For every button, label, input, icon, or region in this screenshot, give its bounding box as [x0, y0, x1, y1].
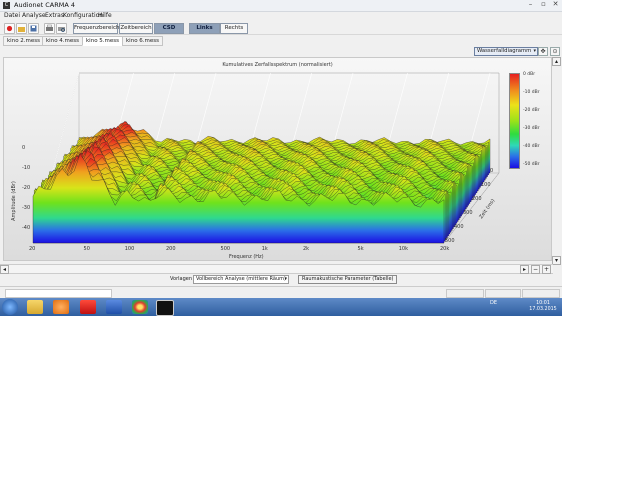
tab-label: kino 6.mess — [126, 38, 160, 44]
chrome-icon[interactable] — [132, 300, 148, 314]
scroll-up-icon[interactable]: ▴ — [552, 57, 561, 66]
vorlagen-select[interactable]: Vollbereich Analyse (mittlere Räum) ▾ — [193, 275, 289, 284]
x-tick-label: 500 — [220, 246, 231, 252]
vorlagen-label: Vorlagen — [170, 276, 193, 282]
chevron-down-icon: ▾ — [533, 48, 536, 54]
target-icon[interactable]: ⊙ — [550, 47, 560, 56]
start-button[interactable] — [2, 299, 18, 315]
x-tick-label: 10k — [398, 246, 409, 252]
tab-kino-4[interactable]: kino 4.mess — [42, 36, 84, 46]
x-tick-label: 100 — [124, 246, 135, 252]
app-icon: C — [3, 2, 10, 9]
status-field — [446, 289, 484, 298]
tab-label: kino 5.mess — [86, 38, 120, 44]
view-select-value: Wasserfalldiagramm — [477, 48, 532, 54]
scroll-left-icon[interactable]: ◂ — [0, 265, 9, 274]
x-axis-title: Frequenz (Hz) — [229, 254, 264, 260]
z-tick-label: 200 — [472, 196, 482, 202]
word-icon[interactable] — [106, 300, 122, 314]
y-tick-label: 0 — [22, 145, 26, 151]
x-tick-label: 5k — [357, 246, 364, 252]
menu-datei[interactable]: Datei — [4, 12, 20, 19]
minimize-button[interactable]: – — [525, 0, 536, 9]
tab-label: kino 4.mess — [46, 38, 80, 44]
tab-label: kino 2.mess — [7, 38, 41, 44]
scroll-right-icon[interactable]: ▸ — [520, 265, 529, 274]
tab-kino-2[interactable]: kino 2.mess — [3, 36, 45, 46]
links-button[interactable]: Links — [189, 23, 220, 34]
raumakustische-parameter-button[interactable]: Raumakustische Parameter (Tabelle) — [298, 275, 398, 284]
open-folder-icon[interactable] — [16, 23, 27, 34]
vorlagen-value: Vollbereich Analyse (mittlere Räum) — [196, 276, 286, 282]
save-icon[interactable] — [28, 23, 39, 34]
pan-icon[interactable]: ✥ — [538, 47, 548, 56]
color-scale-bar — [509, 73, 520, 169]
clock-date: 17.03.2015 — [529, 307, 557, 312]
status-field — [5, 289, 112, 298]
x-tick-label: 200 — [166, 246, 176, 252]
scroll-down-icon[interactable]: ▾ — [552, 256, 561, 265]
x-tick-label: 20 — [29, 246, 36, 252]
print-preview-icon[interactable] — [56, 23, 67, 34]
colorbar-tick-label: -40 dBr — [523, 144, 540, 149]
maximize-button[interactable]: ▫ — [538, 0, 549, 9]
language-indicator[interactable]: DE — [490, 300, 497, 306]
colorbar-tick-label: -50 dBr — [523, 162, 540, 167]
y-axis-title: Amplitude (dBr) — [10, 181, 17, 221]
view-type-select[interactable]: Wasserfalldiagramm ▾ — [474, 47, 538, 56]
status-field — [485, 289, 521, 298]
colorbar-tick-label: -10 dBr — [523, 90, 540, 95]
z-tick-label: 100 — [481, 182, 491, 188]
waterfall-plot: Kumulatives Zerfallsspektrum (normalisie… — [3, 57, 552, 261]
z-tick-label: 500 — [445, 238, 455, 244]
chevron-down-icon: ▾ — [284, 276, 287, 282]
zoom-out-icon[interactable]: − — [531, 265, 540, 274]
status-field — [522, 289, 560, 298]
waterfall-layers — [32, 121, 491, 244]
x-tick-label: 2k — [303, 246, 310, 252]
colorbar-tick-label: 0 dBr — [523, 72, 536, 77]
z-tick-label: 400 — [454, 224, 464, 230]
windows-taskbar: DE 10:01 17.03.2015 — [0, 298, 562, 316]
print-icon[interactable] — [44, 23, 55, 34]
window-title: Audionet CARMA 4 — [14, 1, 75, 9]
csd-button[interactable]: CSD — [154, 23, 184, 34]
y-tick-label: -30 — [22, 205, 31, 211]
view-bar: Wasserfalldiagramm ▾ ✥ ⊙ — [0, 46, 562, 56]
rechts-button[interactable]: Rechts — [220, 23, 248, 34]
x-tick-label: 1k — [261, 246, 268, 252]
horizontal-scrollbar[interactable]: ◂ ▸ − + — [0, 264, 553, 274]
acrobat-icon[interactable] — [80, 300, 96, 314]
tab-kino-6[interactable]: kino 6.mess — [122, 36, 164, 46]
menu-extras[interactable]: Extras — [45, 12, 64, 19]
y-tick-label: -10 — [22, 165, 31, 171]
y-tick-label: -20 — [22, 185, 31, 191]
document-tabs: kino 2.mess kino 4.mess kino 5.mess× kin… — [0, 36, 562, 46]
colorbar-tick-label: -30 dBr — [523, 126, 540, 131]
close-button[interactable]: ✕ — [550, 0, 561, 9]
colorbar-tick-label: -20 dBr — [523, 108, 540, 113]
toolbar: Frequenzbereich Zeitbereich CSD Links Re… — [0, 21, 562, 35]
z-tick-label: 0 — [490, 168, 494, 174]
menu-hilfe[interactable]: Hilfe — [98, 12, 112, 19]
app-window: C Audionet CARMA 4 – ▫ ✕ Datei Analyse E… — [0, 0, 562, 316]
status-bar — [0, 286, 562, 298]
carma-app-icon[interactable] — [156, 300, 174, 316]
menu-analyse[interactable]: Analyse — [22, 12, 46, 19]
menu-bar: Datei Analyse Extras Konfiguration Hilfe — [0, 12, 562, 21]
explorer-icon[interactable] — [27, 300, 43, 314]
system-clock[interactable]: 10:01 17.03.2015 — [526, 301, 560, 313]
media-player-icon[interactable] — [53, 300, 69, 314]
zeitbereich-button[interactable]: Zeitbereich — [119, 23, 153, 34]
z-tick-label: 300 — [463, 210, 473, 216]
y-tick-label: -40 — [22, 225, 31, 231]
title-bar: C Audionet CARMA 4 – ▫ ✕ — [0, 0, 562, 12]
template-bar: Vorlagen Vollbereich Analyse (mittlere R… — [0, 274, 562, 284]
x-tick-label: 20k — [440, 246, 450, 252]
record-icon[interactable] — [4, 23, 15, 34]
zoom-in-icon[interactable]: + — [542, 265, 551, 274]
waterfall-svg — [32, 72, 500, 244]
frequenzbereich-button[interactable]: Frequenzbereich — [73, 23, 119, 34]
x-tick-label: 50 — [83, 246, 90, 252]
